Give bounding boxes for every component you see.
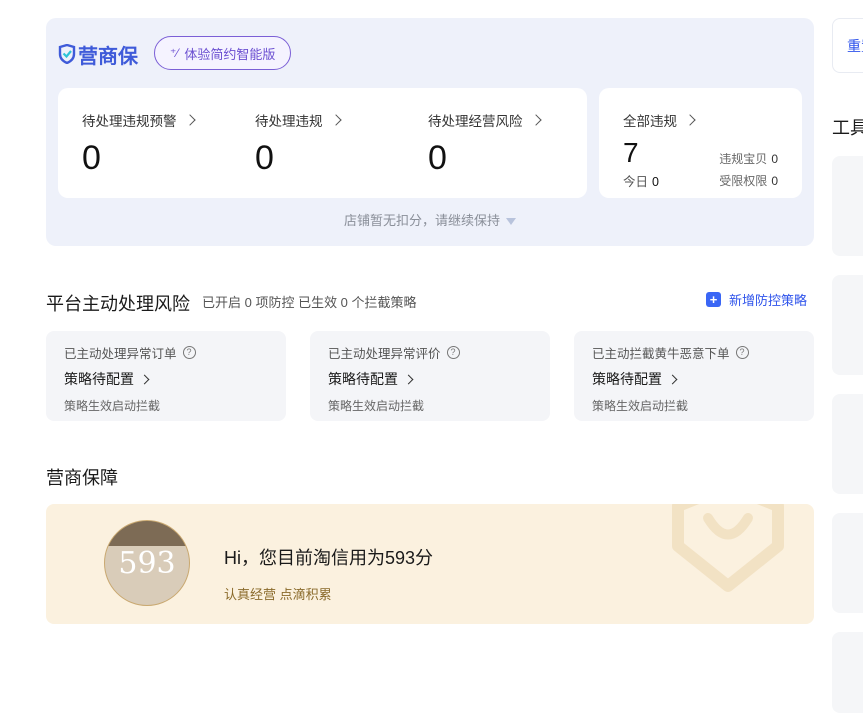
stat-label: 待处理经营风险 [428,114,523,129]
stat-value: 0 [428,139,447,177]
stat-pending-business-risk[interactable]: 待处理经营风险 0 [428,110,542,177]
tools-title: 工具 [832,118,863,138]
question-circle-icon[interactable]: ? [735,346,749,359]
all-violations-value: 7 [623,137,639,168]
risk-card-abnormal-reviews[interactable]: 已主动处理异常评价? 策略待配置 策略生效启动拦截 [310,331,550,421]
stat-label: 待处理违规 [255,114,323,129]
stat-value: 0 [255,139,274,177]
brand-name: 营商保 [78,45,138,68]
chevron-right-icon [139,374,150,384]
stat-value: 0 [82,139,101,177]
shield-check-icon [58,44,76,64]
risk-card-abnormal-orders[interactable]: 已主动处理异常订单? 策略待配置 策略生效启动拦截 [46,331,286,421]
shield-watermark-icon [672,504,784,592]
tool-card[interactable] [832,156,863,256]
violating-items-count: 违规宝贝 0 [719,152,778,166]
reset-label: 重置 [847,38,863,54]
platform-risk-subtitle: 已开启 0 项防控 已生效 0 个拦截策略 [202,295,417,310]
trial-button-label: 体验简约智能版 [184,46,276,62]
violation-summary-card: 营商保 ⁺⁄ 体验简约智能版 待处理违规预警 0 待处理违规 0 待处理经营风险… [46,18,814,246]
credit-score-badge: 593 [104,520,190,606]
guarantee-title: 营商保障 [46,468,118,488]
risk-card-sub: 策略生效启动拦截 [328,399,425,413]
restricted-permissions-count: 受限权限 0 [719,174,778,188]
credit-headline: Hi，您目前淘信用为593分 [224,548,434,568]
risk-card-sub: 策略生效启动拦截 [592,399,689,413]
risk-card-scalper-orders[interactable]: 已主动拦截黄牛恶意下单? 策略待配置 策略生效启动拦截 [574,331,814,421]
stat-pending-violations[interactable]: 待处理违规 0 [255,110,342,177]
chevron-right-icon [684,114,696,126]
credit-subtitle: 认真经营 点滴积累 [224,587,332,602]
brand-logo: 营商保 [58,40,138,68]
pending-stats-panel: 待处理违规预警 0 待处理违规 0 待处理经营风险 0 [58,88,587,198]
plus-square-icon: + [706,292,721,307]
deduction-notice[interactable]: 店铺暂无扣分，请继续保持 [46,210,814,229]
risk-card-sub: 策略生效启动拦截 [64,399,161,413]
tool-card[interactable] [832,394,863,494]
chevron-right-icon [529,114,542,126]
question-circle-icon[interactable]: ? [182,346,196,359]
chevron-right-icon [183,114,196,126]
stat-pending-warnings[interactable]: 待处理违规预警 0 [82,110,196,177]
reset-button[interactable]: 重置 [832,18,863,73]
today-count: 今日 0 [623,175,659,189]
all-violations-panel[interactable]: 全部违规 7 今日 0 违规宝贝 0 受限权限 0 [599,88,802,198]
chevron-right-icon [667,374,678,384]
stat-label: 待处理违规预警 [82,114,177,129]
tool-card[interactable] [832,275,863,375]
chevron-right-icon [329,114,342,126]
all-violations-label: 全部违规 [623,114,677,129]
trial-smart-version-button[interactable]: ⁺⁄ 体验简约智能版 [154,36,292,70]
question-circle-icon[interactable]: ? [446,346,460,359]
platform-risk-title: 平台主动处理风险 [46,294,190,314]
credit-score-card: 593 Hi，您目前淘信用为593分 认真经营 点滴积累 [46,504,814,624]
tool-card[interactable] [832,513,863,613]
add-strategy-button[interactable]: + 新增防控策略 [706,290,807,309]
tool-card[interactable] [832,632,863,713]
chevron-right-icon [403,374,414,384]
caret-down-icon [506,218,516,226]
sparkle-wand-icon: ⁺⁄ [170,46,179,60]
credit-score-value: 593 [118,545,176,581]
